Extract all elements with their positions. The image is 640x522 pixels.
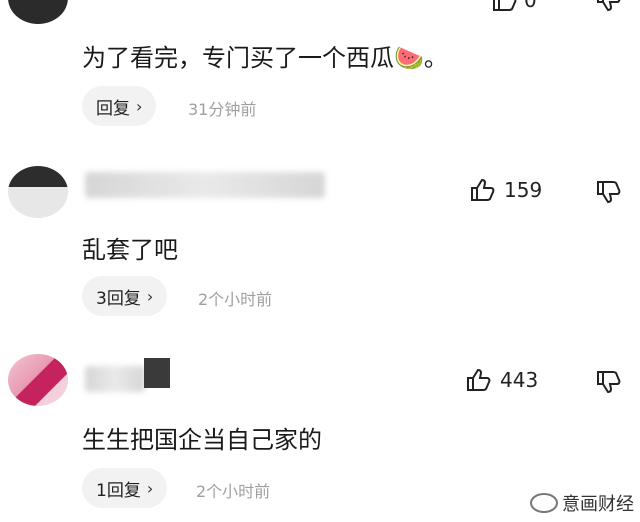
reply-button[interactable]: 回复 › [82, 86, 157, 126]
reply-button[interactable]: 3回复 › [82, 276, 168, 316]
comment-text: 生生把国企当自己家的 [82, 426, 322, 454]
like-button[interactable]: 0 [492, 0, 537, 12]
like-button[interactable]: 159 [470, 178, 542, 202]
comment-item-1: 0 为了看完，专门买了一个西瓜🍉。 回复 › 31分钟前 [0, 0, 640, 140]
comment-time: 2个小时前 [196, 482, 271, 501]
comment-text-body: 为了看完，专门买了一个西瓜 [82, 44, 394, 72]
comment-item-2: 159 乱套了吧 3回复 › 2个小时前 [0, 160, 640, 330]
chevron-right-icon: › [146, 286, 154, 306]
chevron-right-icon: › [136, 96, 143, 116]
thumbs-up-icon [471, 178, 495, 201]
username-blurred [85, 366, 145, 392]
comment-text: 为了看完，专门买了一个西瓜🍉。 [82, 38, 448, 73]
chevron-right-icon: › [146, 478, 154, 498]
reply-label: 1回复 [96, 480, 141, 501]
dislike-button[interactable] [596, 370, 622, 394]
dislike-button[interactable] [596, 180, 622, 204]
watermark: 意画财经 [530, 490, 634, 516]
reply-button[interactable]: 1回复 › [82, 468, 168, 508]
username-blurred [85, 172, 325, 198]
thumbs-down-icon [597, 181, 621, 204]
reply-label: 3回复 [96, 288, 141, 309]
dislike-button[interactable] [596, 0, 622, 12]
like-button[interactable]: 443 [466, 368, 538, 392]
username-mosaic [144, 358, 170, 388]
wechat-icon [530, 493, 558, 513]
avatar[interactable] [8, 166, 68, 218]
avatar[interactable] [8, 354, 68, 406]
like-count: 159 [504, 178, 543, 202]
avatar[interactable] [8, 0, 68, 24]
comment-text: 乱套了吧 [82, 236, 178, 264]
reply-label: 回复 [96, 98, 130, 119]
like-count: 443 [500, 368, 539, 392]
comment-text-end: 。 [423, 44, 448, 72]
thumbs-up-icon [467, 368, 491, 391]
comment-time: 2个小时前 [198, 290, 273, 309]
like-count: 0 [524, 0, 537, 12]
thumbs-up-icon [493, 0, 517, 11]
watermark-text: 意画财经 [562, 494, 634, 515]
thumbs-down-icon [597, 0, 621, 12]
thumbs-down-icon [597, 371, 621, 394]
comment-time: 31分钟前 [188, 100, 257, 119]
watermelon-icon: 🍉 [394, 44, 424, 72]
